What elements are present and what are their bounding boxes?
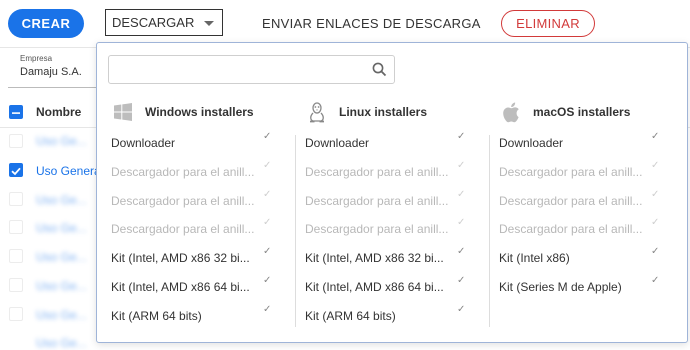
checkmark-icon: ✓ bbox=[263, 246, 272, 258]
column-divider bbox=[489, 135, 490, 327]
empresa-select[interactable]: Damaju S.A. bbox=[20, 66, 82, 78]
linux-installers-title: Linux installers bbox=[305, 99, 427, 125]
checkmark-icon: ✓ bbox=[457, 246, 466, 258]
installer-menu-item: Descargador para el anill... bbox=[499, 222, 643, 237]
column-divider bbox=[295, 135, 296, 327]
checkmark-icon: ✓ bbox=[263, 275, 272, 286]
row-checkbox[interactable] bbox=[9, 278, 23, 292]
installer-menu-item: Descargador para el anill... bbox=[111, 164, 255, 179]
checkmark-icon: ✓ bbox=[263, 159, 272, 171]
table-row[interactable]: Uso Ge... bbox=[36, 279, 87, 293]
checkmark-icon: ✓ bbox=[263, 217, 272, 229]
row-checkbox[interactable] bbox=[9, 307, 23, 321]
checkmark-icon: ✓ bbox=[651, 159, 660, 171]
installer-menu-item: Descargador para el anill... bbox=[499, 164, 643, 179]
caret-down-icon bbox=[204, 21, 214, 26]
windows-installers-title: Windows installers bbox=[111, 99, 254, 125]
table-row[interactable]: Uso Ge... bbox=[36, 250, 87, 264]
installer-menu-item: Descargador para el anill... bbox=[111, 193, 255, 208]
select-all-checkbox[interactable] bbox=[9, 105, 23, 119]
installer-menu-item[interactable]: Kit (ARM 64 bits) bbox=[305, 306, 396, 326]
linux-icon bbox=[305, 100, 329, 124]
installer-menu-item[interactable]: Kit (Intel, AMD x86 64 bi... bbox=[111, 277, 250, 297]
installer-menu-item: Descargador para el anill... bbox=[499, 193, 643, 208]
apple-icon bbox=[499, 100, 523, 124]
installer-menu-item[interactable]: Kit (Intel, AMD x86 64 bi... bbox=[305, 277, 444, 297]
table-row[interactable]: Uso Ge... bbox=[36, 221, 87, 235]
empresa-underline bbox=[8, 87, 96, 88]
table-row[interactable]: Uso Ge... bbox=[36, 134, 87, 148]
macos-installers-title: macOS installers bbox=[499, 99, 630, 125]
checkmark-icon: ✓ bbox=[457, 275, 466, 286]
empresa-label: Empresa bbox=[20, 54, 53, 63]
installer-menu-item: Descargador para el anill... bbox=[305, 222, 449, 237]
row-checkbox[interactable] bbox=[9, 134, 23, 148]
installer-menu-item[interactable]: Kit (Intel, AMD x86 32 bi... bbox=[305, 248, 444, 268]
row-checkbox[interactable] bbox=[9, 220, 23, 234]
checkmark-icon: ✓ bbox=[651, 131, 660, 142]
crear-button[interactable]: CREAR bbox=[8, 9, 84, 38]
installer-menu-item[interactable]: Downloader bbox=[305, 133, 369, 153]
checkmark-icon: ✓ bbox=[457, 159, 466, 171]
checkmark-icon: ✓ bbox=[263, 188, 272, 200]
checkmark-icon: ✓ bbox=[651, 275, 660, 286]
checkmark-icon: ✓ bbox=[263, 303, 272, 315]
windows-icon bbox=[111, 100, 135, 124]
checkmark-icon: ✓ bbox=[651, 188, 660, 200]
search-input[interactable] bbox=[108, 55, 395, 84]
installer-menu-item[interactable]: Kit (Series M de Apple) bbox=[499, 277, 622, 297]
descargar-label: DESCARGAR bbox=[112, 15, 195, 30]
checkmark-icon: ✓ bbox=[457, 188, 466, 200]
checkmark-icon: ✓ bbox=[263, 131, 272, 142]
search-icon[interactable] bbox=[372, 62, 387, 77]
checkmark-icon: ✓ bbox=[457, 303, 466, 315]
installer-menu-item: Descargador para el anill... bbox=[305, 164, 449, 179]
checkmark-icon: ✓ bbox=[651, 246, 660, 258]
checkmark-icon: ✓ bbox=[651, 217, 660, 229]
enviar-enlaces-button[interactable]: ENVIAR ENLACES DE DESCARGA bbox=[262, 9, 481, 37]
checkmark-icon: ✓ bbox=[457, 131, 466, 142]
eliminar-button[interactable]: ELIMINAR bbox=[501, 10, 595, 37]
installer-menu-item[interactable]: Kit (Intel x86) bbox=[499, 248, 570, 268]
installer-menu-item: Descargador para el anill... bbox=[305, 193, 449, 208]
row-checkbox-checked[interactable] bbox=[9, 163, 23, 177]
descargar-dropdown-button[interactable]: DESCARGAR bbox=[105, 9, 223, 36]
checkmark-icon: ✓ bbox=[457, 217, 466, 229]
column-header-nombre[interactable]: Nombre bbox=[36, 105, 81, 119]
download-dropdown-panel: Windows installers Downloader ✓ Descargado… bbox=[96, 42, 688, 343]
table-row[interactable]: Uso Ge... bbox=[36, 308, 87, 322]
installer-menu-item[interactable]: Downloader bbox=[111, 133, 175, 153]
installer-menu-item[interactable]: Kit (Intel, AMD x86 32 bi... bbox=[111, 248, 250, 268]
installer-menu-item[interactable]: Downloader bbox=[499, 133, 563, 153]
row-checkbox[interactable] bbox=[9, 249, 23, 263]
installer-menu-item[interactable]: Kit (ARM 64 bits) bbox=[111, 306, 202, 326]
table-row[interactable]: Uso Ge... bbox=[36, 336, 87, 350]
table-row-selected[interactable]: Uso General bbox=[36, 164, 103, 178]
installer-menu-item: Descargador para el anill... bbox=[111, 222, 255, 237]
row-checkbox[interactable] bbox=[9, 192, 23, 206]
table-row[interactable]: Uso Ge... bbox=[36, 193, 87, 207]
